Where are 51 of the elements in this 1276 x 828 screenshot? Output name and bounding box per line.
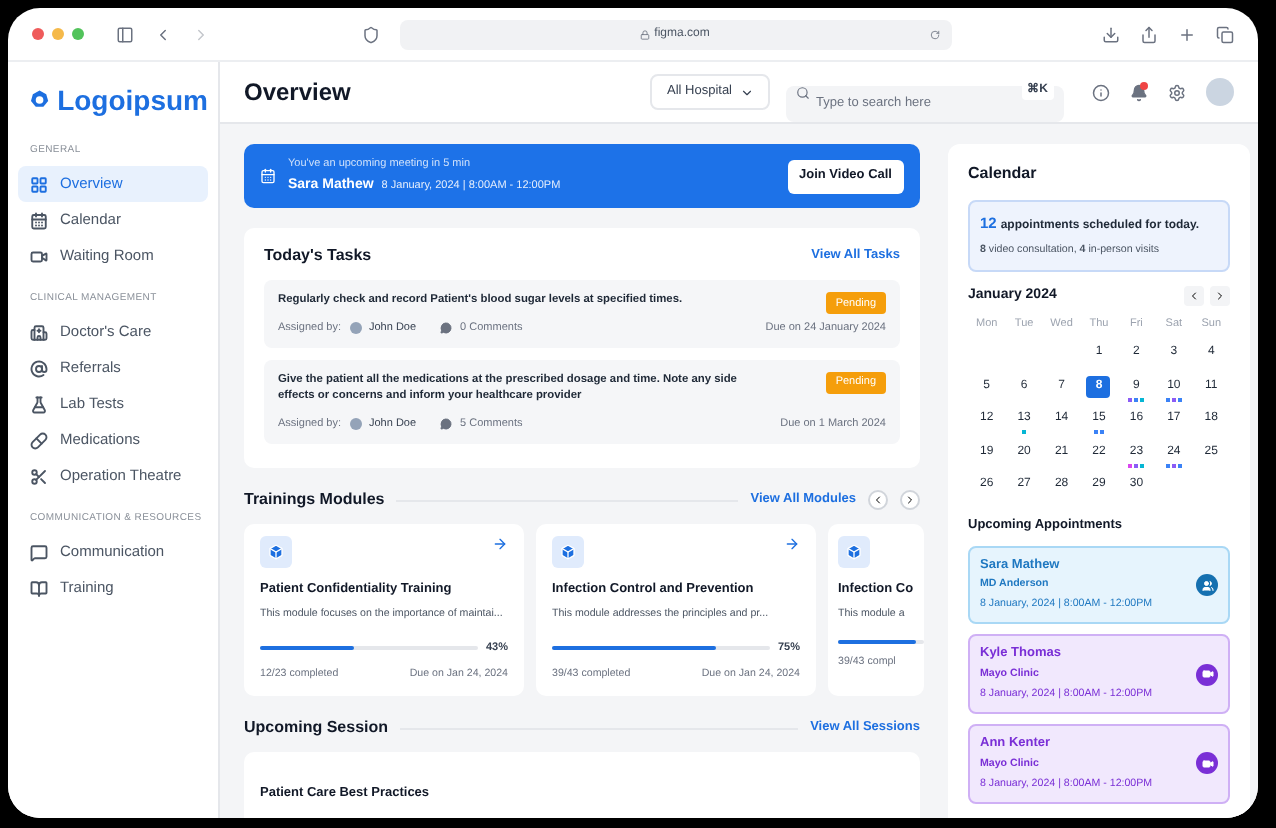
nav-icon bbox=[30, 211, 48, 229]
settings-icon[interactable] bbox=[1168, 83, 1186, 101]
info-icon[interactable] bbox=[1092, 83, 1110, 101]
brand-name: Logoipsum bbox=[57, 85, 208, 113]
previous-month-button[interactable] bbox=[1184, 286, 1204, 307]
section-title: Trainings Modules bbox=[244, 488, 385, 513]
comment-icon bbox=[440, 418, 453, 431]
assignee-avatar bbox=[349, 418, 361, 431]
video-icon bbox=[1196, 752, 1218, 775]
arrow-right-icon[interactable] bbox=[492, 536, 508, 553]
nav-icon bbox=[30, 359, 48, 377]
next-button[interactable] bbox=[900, 490, 920, 511]
previous-button[interactable] bbox=[868, 490, 888, 511]
chevron-left-icon bbox=[872, 494, 884, 507]
nav-icon bbox=[30, 579, 48, 597]
arrow-right-icon[interactable] bbox=[784, 536, 800, 553]
sidebar-toggle-icon[interactable] bbox=[116, 25, 134, 43]
tabs-icon[interactable] bbox=[1216, 25, 1234, 43]
chevron-down-icon bbox=[740, 85, 754, 99]
module-icon bbox=[260, 536, 292, 569]
module-icon bbox=[552, 536, 584, 569]
search-icon bbox=[796, 85, 810, 99]
nav-icon bbox=[30, 431, 48, 449]
share-icon[interactable] bbox=[1140, 25, 1158, 43]
nav-icon bbox=[30, 323, 48, 341]
section-title: Upcoming Session bbox=[244, 716, 389, 741]
nav-icon bbox=[30, 395, 48, 413]
back-icon[interactable] bbox=[154, 25, 172, 43]
nav-icon bbox=[30, 247, 48, 265]
chevron-right-icon bbox=[904, 494, 916, 507]
notification-button[interactable] bbox=[1130, 83, 1148, 101]
next-month-button[interactable] bbox=[1210, 286, 1230, 307]
chevron-left-icon bbox=[1188, 290, 1200, 303]
new-tab-icon[interactable] bbox=[1178, 25, 1196, 43]
shield-icon[interactable] bbox=[361, 25, 379, 43]
comment-icon bbox=[440, 321, 453, 334]
users-icon bbox=[1196, 574, 1218, 596]
card-title: Today's Tasks bbox=[264, 244, 372, 268]
nav-icon bbox=[30, 467, 48, 485]
calendar-icon bbox=[260, 168, 276, 184]
panel-title: Calendar bbox=[968, 162, 1039, 186]
nav-icon bbox=[30, 175, 48, 193]
download-icon[interactable] bbox=[1102, 25, 1120, 43]
assignee-avatar bbox=[349, 321, 361, 334]
module-icon bbox=[838, 536, 870, 569]
lock-icon bbox=[640, 29, 651, 39]
nav-icon bbox=[30, 543, 48, 561]
chevron-right-icon bbox=[1214, 290, 1226, 303]
page-title: Overview bbox=[244, 76, 351, 110]
video-icon bbox=[1196, 663, 1218, 686]
reload-icon[interactable] bbox=[929, 29, 939, 39]
